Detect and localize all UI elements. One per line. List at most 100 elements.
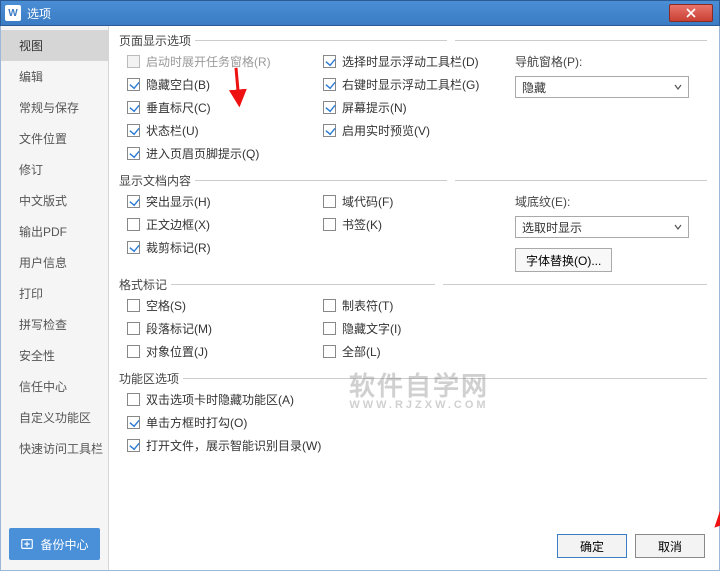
format-mark-opt-2[interactable]: 对象位置(J) <box>127 343 315 360</box>
page-display-opt-2[interactable]: 垂直标尺(C) <box>127 99 315 116</box>
ribbon-opt-0[interactable]: 双击选项卡时隐藏功能区(A) <box>127 391 707 408</box>
checkbox-icon <box>127 345 140 358</box>
group-format-marks: 格式标记 空格(S) 段落标记(M) 对象位置(J) 制表符(T) 隐藏文字(I) 全部… <box>119 276 707 366</box>
sidebar-item-12[interactable]: 自定义功能区 <box>1 402 108 433</box>
page-display-opt-0[interactable]: 选择时显示浮动工具栏(D) <box>323 53 515 70</box>
field-shading-value: 选取时显示 <box>522 219 582 236</box>
ribbon-opt-2[interactable]: 打开文件，展示智能识别目录(W) <box>127 437 707 454</box>
nav-pane-select[interactable]: 隐藏 <box>515 76 689 98</box>
app-icon: W <box>5 5 21 21</box>
field-shading-label: 域底纹(E): <box>515 193 689 210</box>
group-doc-content: 显示文档内容 突出显示(H) 正文边框(X) 裁剪标记(R) 域代码(F) 书签(K)… <box>119 172 707 272</box>
nav-pane-value: 隐藏 <box>522 79 546 96</box>
chevron-down-icon <box>674 223 682 231</box>
doc-content-opt-0[interactable]: 突出显示(H) <box>127 193 315 210</box>
page-display-opt-4[interactable]: 进入页眉页脚提示(Q) <box>127 145 315 162</box>
sidebar-item-4[interactable]: 修订 <box>1 154 108 185</box>
format-mark-opt-1[interactable]: 段落标记(M) <box>127 320 315 337</box>
font-substitute-button[interactable]: 字体替换(O)... <box>515 248 612 272</box>
backup-icon <box>20 537 34 551</box>
checkbox-icon <box>127 439 140 452</box>
doc-content-opt-1[interactable]: 书签(K) <box>323 216 515 233</box>
checkbox-icon <box>127 322 140 335</box>
checkbox-label: 正文边框(X) <box>146 216 210 233</box>
ribbon-opt-1[interactable]: 单击方框时打勾(O) <box>127 414 707 431</box>
checkbox-icon <box>323 299 336 312</box>
checkbox-icon <box>323 55 336 68</box>
checkbox-label: 隐藏文字(I) <box>342 320 401 337</box>
page-display-opt-1[interactable]: 隐藏空白(B) <box>127 76 315 93</box>
sidebar-item-13[interactable]: 快速访问工具栏 <box>1 433 108 464</box>
checkbox-label: 双击选项卡时隐藏功能区(A) <box>146 391 294 408</box>
main-area: 视图编辑常规与保存文件位置修订中文版式输出PDF用户信息打印拼写检查安全性信任中… <box>0 26 720 571</box>
sidebar-item-0[interactable]: 视图 <box>1 30 108 61</box>
checkbox-label: 启用实时预览(V) <box>342 122 430 139</box>
cancel-button[interactable]: 取消 <box>635 534 705 558</box>
checkbox-label: 全部(L) <box>342 343 381 360</box>
annotation-arrow-icon <box>704 496 720 536</box>
sidebar-item-9[interactable]: 拼写检查 <box>1 309 108 340</box>
checkbox-label: 垂直标尺(C) <box>146 99 211 116</box>
close-button[interactable] <box>669 4 713 22</box>
ok-button[interactable]: 确定 <box>557 534 627 558</box>
sidebar-item-2[interactable]: 常规与保存 <box>1 92 108 123</box>
sidebar-item-8[interactable]: 打印 <box>1 278 108 309</box>
checkbox-label: 单击方框时打勾(O) <box>146 414 247 431</box>
doc-content-opt-2[interactable]: 裁剪标记(R) <box>127 239 315 256</box>
checkbox-label: 段落标记(M) <box>146 320 212 337</box>
group-title: 显示文档内容 <box>119 172 707 189</box>
sidebar-item-3[interactable]: 文件位置 <box>1 123 108 154</box>
page-display-opt-3[interactable]: 启用实时预览(V) <box>323 122 515 139</box>
page-display-opt-3[interactable]: 状态栏(U) <box>127 122 315 139</box>
page-display-opt-0: 启动时展开任务窗格(R) <box>127 53 315 70</box>
checkbox-label: 状态栏(U) <box>146 122 199 139</box>
sidebar-item-7[interactable]: 用户信息 <box>1 247 108 278</box>
checkbox-label: 书签(K) <box>342 216 382 233</box>
checkbox-label: 进入页眉页脚提示(Q) <box>146 145 259 162</box>
checkbox-icon <box>127 101 140 114</box>
sidebar-item-5[interactable]: 中文版式 <box>1 185 108 216</box>
format-mark-opt-2[interactable]: 全部(L) <box>323 343 515 360</box>
checkbox-label: 裁剪标记(R) <box>146 239 211 256</box>
field-shading-select[interactable]: 选取时显示 <box>515 216 689 238</box>
chevron-down-icon <box>674 83 682 91</box>
checkbox-label: 打开文件，展示智能识别目录(W) <box>146 437 321 454</box>
group-title: 格式标记 <box>119 276 707 293</box>
dialog-footer: 确定 取消 <box>557 534 705 558</box>
checkbox-label: 空格(S) <box>146 297 186 314</box>
checkbox-icon <box>323 78 336 91</box>
checkbox-icon <box>127 218 140 231</box>
checkbox-label: 启动时展开任务窗格(R) <box>146 53 271 70</box>
sidebar-item-1[interactable]: 编辑 <box>1 61 108 92</box>
checkbox-icon <box>127 78 140 91</box>
sidebar-item-6[interactable]: 输出PDF <box>1 216 108 247</box>
group-title: 功能区选项 <box>119 370 707 387</box>
checkbox-icon <box>323 195 336 208</box>
backup-label: 备份中心 <box>40 536 88 553</box>
doc-content-opt-1[interactable]: 正文边框(X) <box>127 216 315 233</box>
checkbox-icon <box>323 218 336 231</box>
checkbox-label: 选择时显示浮动工具栏(D) <box>342 53 479 70</box>
checkbox-label: 对象位置(J) <box>146 343 208 360</box>
close-icon <box>686 8 696 18</box>
checkbox-icon <box>127 393 140 406</box>
checkbox-icon <box>127 55 140 68</box>
sidebar-item-11[interactable]: 信任中心 <box>1 371 108 402</box>
group-page-display: 页面显示选项 启动时展开任务窗格(R) 隐藏空白(B) 垂直标尺(C) 状态栏(U) 进… <box>119 32 707 168</box>
doc-content-opt-0[interactable]: 域代码(F) <box>323 193 515 210</box>
backup-center-button[interactable]: 备份中心 <box>9 528 100 560</box>
checkbox-icon <box>127 147 140 160</box>
checkbox-label: 隐藏空白(B) <box>146 76 210 93</box>
sidebar: 视图编辑常规与保存文件位置修订中文版式输出PDF用户信息打印拼写检查安全性信任中… <box>1 26 109 570</box>
content-pane: 页面显示选项 启动时展开任务窗格(R) 隐藏空白(B) 垂直标尺(C) 状态栏(U) 进… <box>109 26 719 570</box>
format-mark-opt-0[interactable]: 空格(S) <box>127 297 315 314</box>
group-title: 页面显示选项 <box>119 32 707 49</box>
checkbox-icon <box>127 416 140 429</box>
page-display-opt-1[interactable]: 右键时显示浮动工具栏(G) <box>323 76 515 93</box>
checkbox-icon <box>323 345 336 358</box>
format-mark-opt-0[interactable]: 制表符(T) <box>323 297 515 314</box>
format-mark-opt-1[interactable]: 隐藏文字(I) <box>323 320 515 337</box>
page-display-opt-2[interactable]: 屏幕提示(N) <box>323 99 515 116</box>
sidebar-item-10[interactable]: 安全性 <box>1 340 108 371</box>
checkbox-icon <box>127 195 140 208</box>
